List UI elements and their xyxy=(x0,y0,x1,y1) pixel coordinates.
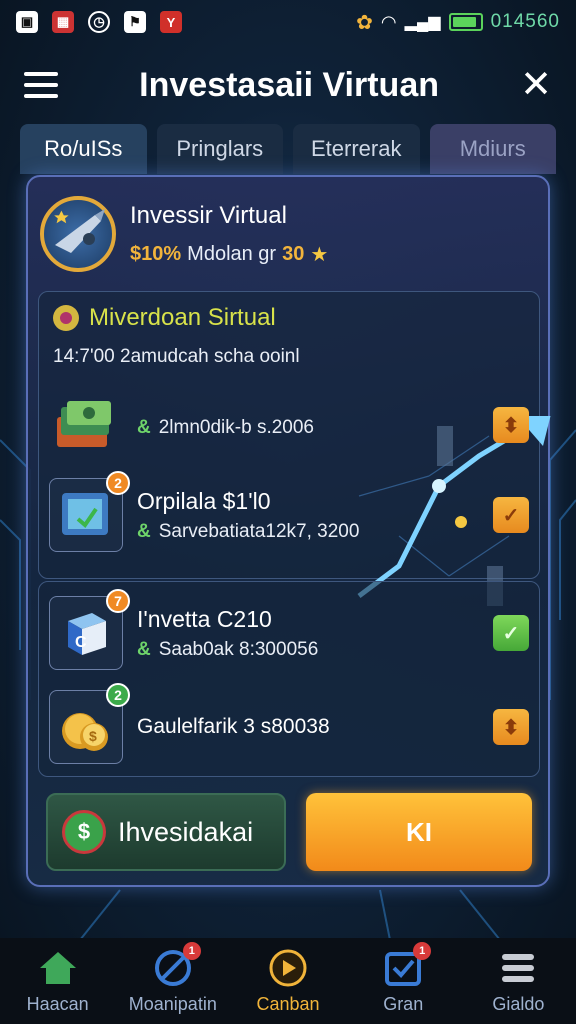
list-item-sub: & Sarvebatiata12k7, 3200 xyxy=(137,521,493,543)
badge-count: 2 xyxy=(106,471,130,495)
tab-2[interactable]: Eterrerak xyxy=(293,124,420,174)
check-button[interactable]: ✓ xyxy=(493,497,529,533)
ok-button[interactable]: KI xyxy=(306,793,532,871)
rocket-icon xyxy=(54,209,105,253)
profile-stat-percent: $10% xyxy=(130,242,182,265)
status-time: 014560 xyxy=(490,11,560,32)
cash-stack-icon xyxy=(49,388,123,462)
list-item-prefix: & xyxy=(137,417,151,438)
battery-icon xyxy=(448,13,483,31)
pin-button[interactable]: ⬍ xyxy=(493,709,529,745)
page-title: Investasaii Virtuan xyxy=(139,65,439,104)
check-button[interactable]: ✓ xyxy=(493,615,529,651)
main-panel: Invessir Virtual $10% Mdolan gr 30 ★ Miv… xyxy=(26,175,551,887)
nav-badge: 1 xyxy=(182,941,201,960)
compass-icon: 1 xyxy=(153,941,201,988)
list-item-sub: & 2lmn0dik-b s.2006 xyxy=(137,417,493,439)
list-item-text: 2lmn0dik-b s.2006 xyxy=(158,417,314,438)
calendar-icon: ▦ xyxy=(52,11,74,33)
nav-badge: 1 xyxy=(413,941,432,960)
yelp-icon: Y xyxy=(160,11,182,33)
star-icon: ★ xyxy=(310,243,329,266)
chat-icon xyxy=(268,948,308,988)
nav-item-chat[interactable]: Canban xyxy=(230,938,345,1024)
nav-item-tasks[interactable]: 1 Gran xyxy=(346,938,461,1024)
close-icon[interactable]: ✕ xyxy=(520,66,552,104)
list-item[interactable]: $ 2 Gaulelfarik 3 s80038 ⬍ xyxy=(49,683,529,766)
nav-label: Haacan xyxy=(26,993,89,1014)
invest-button-label: Ihvesidakai xyxy=(118,816,254,847)
home-icon xyxy=(38,948,78,988)
nav-label: Moanipatin xyxy=(128,993,217,1014)
nav-label: Gran xyxy=(383,993,424,1014)
gold-coins-icon: $ 2 xyxy=(49,683,130,764)
list-item-title: Orpilala $1'l0 xyxy=(137,487,271,514)
section-subtitle: 14:7'00 2amudcah scha ooinl xyxy=(53,346,300,367)
profile-stat: $10% Mdolan gr 30 ★ xyxy=(130,242,328,267)
portfolio-section: Miverdoan Sirtual 14:7'00 2amudcah scha … xyxy=(38,291,551,606)
profile-avatar xyxy=(40,196,116,272)
flag-icon: ⚑ xyxy=(124,11,146,33)
list-item-sub: & Saab0ak 8:300056 xyxy=(137,639,493,661)
app-header: Investasaii Virtuan ✕ xyxy=(0,52,576,118)
signal-icon: ▂▄▆ xyxy=(404,14,441,31)
badge-count: 7 xyxy=(106,589,130,613)
nav-item-explore[interactable]: 1 Moanipatin xyxy=(115,938,230,1024)
invest-button[interactable]: $ Ihvesidakai xyxy=(46,793,286,871)
list-item-text: Sarvebatiata12k7, 3200 xyxy=(158,520,360,542)
list-item-prefix: & xyxy=(137,638,151,660)
list-item-prefix: & xyxy=(137,520,151,542)
photo-icon: ▣ xyxy=(16,11,38,33)
menu-icon xyxy=(498,948,538,988)
clock-icon: ◷ xyxy=(88,11,110,33)
target-icon xyxy=(53,305,79,331)
dollar-chat-icon: $ xyxy=(62,810,106,854)
checklist-icon: 1 xyxy=(383,941,432,988)
svg-text:C: C xyxy=(75,634,87,651)
profile-name: Invessir Virtual xyxy=(130,201,287,229)
profile-card[interactable]: Invessir Virtual $10% Mdolan gr 30 ★ xyxy=(40,189,540,279)
list-item-title: I'nvetta C210 xyxy=(137,605,272,632)
pin-button[interactable]: ⬍ xyxy=(493,407,529,443)
tab-3[interactable]: Mdiurs xyxy=(429,124,556,174)
list-item[interactable]: & 2lmn0dik-b s.2006 ⬍ xyxy=(49,386,529,464)
profile-stat-value: 30 xyxy=(282,242,305,265)
list-item[interactable]: 2 Orpilala $1'l0 & Sarvebatiata12k7, 320… xyxy=(49,471,529,554)
nav-label: Gialdo xyxy=(492,993,545,1014)
nav-item-home[interactable]: Haacan xyxy=(0,938,115,1024)
hamburger-menu-icon[interactable] xyxy=(24,72,58,98)
nav-item-more[interactable]: Gialdo xyxy=(461,938,576,1024)
pet-icon: ✿ xyxy=(356,11,373,34)
tab-1[interactable]: Pringlars xyxy=(156,124,283,174)
nav-label: Canban xyxy=(256,993,320,1014)
list-item[interactable]: C 7 I'nvetta C210 & Saab0ak 8:300056 ✓ xyxy=(49,589,529,672)
badge-count: 2 xyxy=(106,683,130,707)
section-header: Miverdoan Sirtual xyxy=(53,304,276,332)
list-item-text: Saab0ak 8:300056 xyxy=(158,638,319,660)
tablet-chart-icon: 2 xyxy=(49,471,130,552)
tab-bar: Ro/uISs Pringlars Eterrerak Mdiurs xyxy=(20,124,556,174)
holdings-section: C 7 I'nvetta C210 & Saab0ak 8:300056 ✓ $… xyxy=(38,581,540,777)
status-bar: ▣ ▦ ◷ ⚑ Y ✿ ◠ ▂▄▆ 014560 xyxy=(0,0,576,44)
bottom-nav: Haacan 1 Moanipatin Canban 1 Gran Gialdo xyxy=(0,938,576,1024)
list-item-title: Gaulelfarik 3 s80038 xyxy=(137,715,330,738)
svg-text:$: $ xyxy=(89,728,97,744)
wifi-icon: ◠ xyxy=(380,11,397,32)
tab-0[interactable]: Ro/uISs xyxy=(20,124,147,174)
section-title: Miverdoan Sirtual xyxy=(89,304,276,331)
profile-stat-text: Mdolan gr xyxy=(187,242,277,265)
cube-c-icon: C 7 xyxy=(49,589,130,670)
